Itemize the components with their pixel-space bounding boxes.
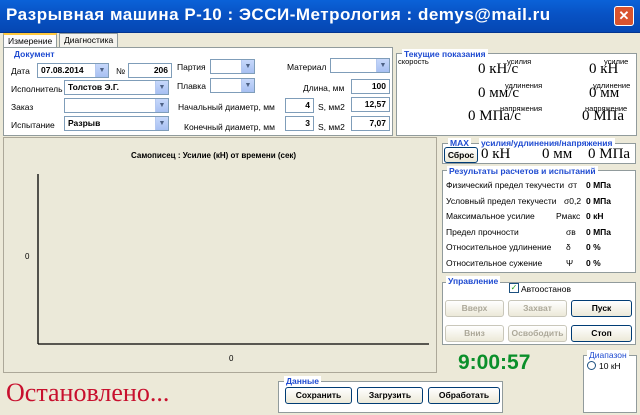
s1-field: 12,57 [351, 97, 390, 112]
test-value: Разрыв [68, 118, 101, 128]
autostop-label: Автоостанов [521, 284, 571, 294]
data-group-label: Данные [284, 376, 322, 386]
chevron-down-icon: ▼ [155, 99, 168, 112]
result-row-symbol: Pмакс [556, 211, 581, 221]
date-label: Дата [11, 66, 30, 76]
save-button[interactable]: Сохранить [285, 387, 352, 404]
order-select[interactable]: ▼ [64, 98, 169, 113]
stress-rate-value: 0 МПа/с [468, 108, 521, 124]
chevron-down-icon: ▼ [155, 81, 168, 94]
result-row-name: Физический предел текучести [446, 180, 565, 190]
result-row-symbol: σт [568, 180, 578, 190]
range-group-label: Диапазон [587, 350, 629, 360]
result-row-value: 0 МПа [586, 180, 612, 190]
autostop-checkbox[interactable]: ✓ [509, 283, 519, 293]
stress-value: 0 МПа [582, 108, 625, 124]
init-diam-label: Начальный диаметр, мм [178, 102, 275, 112]
tab-diagnostics[interactable]: Диагностика [59, 33, 119, 47]
window-title: Разрывная машина Р-10 : ЭССИ-Метрология … [6, 5, 551, 24]
force-value: 0 кН [589, 61, 619, 77]
force-rate-value: 0 кН/с [478, 61, 519, 77]
y-tick-label: 0 [25, 252, 30, 261]
result-row-value: 0 % [586, 258, 601, 268]
test-label: Испытание [11, 120, 55, 130]
chevron-down-icon: ▼ [376, 59, 389, 72]
grip-button[interactable]: Захват [508, 300, 567, 317]
length-label: Длина, мм [303, 83, 345, 93]
date-value: 07.08.2014 [41, 65, 84, 75]
melt-label: Плавка [177, 81, 206, 91]
tab-measurement[interactable]: Измерение [3, 33, 58, 48]
load-button[interactable]: Загрузить [357, 387, 423, 404]
length-field[interactable]: 100 [351, 79, 390, 94]
melt-select[interactable]: ▼ [210, 78, 255, 93]
result-row-value: 0 МПа [586, 196, 612, 206]
result-row-value: 0 МПа [586, 227, 612, 237]
range-option-label: 10 кН [599, 361, 621, 371]
result-row-symbol: Ψ [566, 258, 574, 268]
init-diam-field[interactable]: 4 [285, 98, 314, 113]
start-button[interactable]: Пуск [571, 300, 632, 317]
executor-value: Толстов Э.Г. [68, 82, 120, 92]
control-group-label: Управление [446, 276, 501, 286]
close-button[interactable]: ✕ [614, 6, 634, 26]
x-tick-label: 0 [229, 354, 234, 363]
s1-label: S, мм2 [318, 102, 345, 112]
chart-area: Самописец : Усилие (кН) от времени (сек)… [3, 137, 437, 373]
title-bar: Разрывная машина Р-10 : ЭССИ-Метрология … [0, 0, 640, 33]
order-label: Заказ [11, 102, 34, 112]
reset-button[interactable]: Сброс [444, 147, 478, 163]
chevron-down-icon: ▼ [95, 64, 108, 77]
process-button[interactable]: Обработать [428, 387, 500, 404]
result-row-symbol: σ0,2 [564, 196, 582, 206]
result-row-symbol: δ [566, 242, 571, 252]
chart-canvas [37, 174, 429, 345]
document-group-label: Документ [12, 49, 57, 59]
number-field[interactable]: 206 [128, 63, 172, 78]
results-group-label: Результаты расчетов и испытаний [447, 166, 598, 176]
max-force: 0 кН [481, 146, 511, 162]
final-diam-field[interactable]: 3 [285, 116, 314, 131]
max-stress: 0 МПа [588, 146, 631, 162]
elong-rate-value: 0 мм/с [478, 85, 520, 101]
speed-label: скорость [398, 57, 429, 66]
batch-label: Партия [177, 62, 206, 72]
test-select[interactable]: Разрыв ▼ [64, 116, 169, 131]
s2-label: S, мм2 [318, 122, 345, 132]
batch-select[interactable]: ▼ [210, 59, 255, 74]
executor-label: Исполнитель [11, 84, 63, 94]
up-button[interactable]: Вверх [445, 300, 504, 317]
result-row-symbol: σв [566, 227, 576, 237]
timer-display: 9:00:57 [458, 351, 531, 374]
number-label: № [116, 66, 126, 76]
executor-select[interactable]: Толстов Э.Г. ▼ [64, 80, 169, 95]
chevron-down-icon: ▼ [241, 60, 254, 73]
range-radio[interactable] [587, 361, 596, 370]
down-button[interactable]: Вниз [445, 325, 504, 342]
material-select[interactable]: ▼ [330, 58, 390, 73]
max-elong: 0 мм [542, 146, 573, 162]
elong-value: 0 мм [589, 85, 620, 101]
s2-field: 7,07 [351, 116, 390, 131]
date-picker[interactable]: 07.08.2014 ▼ [37, 63, 109, 78]
material-label: Материал [287, 62, 327, 72]
result-row-name: Предел прочности [446, 227, 519, 237]
result-row-value: 0 кН [586, 211, 604, 221]
result-row-name: Условный предел текучести [446, 196, 557, 206]
result-row-value: 0 % [586, 242, 601, 252]
result-row-name: Максимальное усилие [446, 211, 535, 221]
result-row-name: Относительное удлинение [446, 242, 552, 252]
result-row-name: Относительное сужение [446, 258, 543, 268]
chevron-down-icon: ▼ [155, 117, 168, 130]
final-diam-label: Конечный диаметр, мм [184, 122, 275, 132]
status-text: Остановлено... [6, 378, 170, 407]
release-button[interactable]: Освободить [508, 325, 567, 342]
stop-button[interactable]: Стоп [571, 325, 632, 342]
chevron-down-icon: ▼ [241, 79, 254, 92]
